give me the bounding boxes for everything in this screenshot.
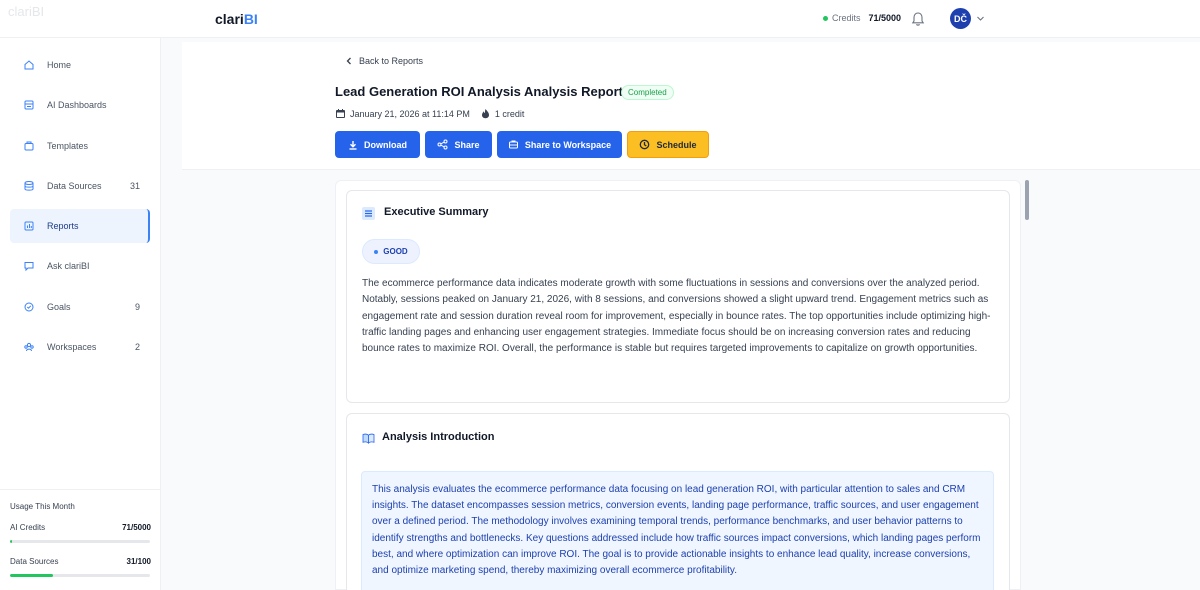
avatar[interactable]: DČ [950, 8, 971, 29]
credits-label: Credits [832, 13, 861, 23]
schedule-label: Schedule [656, 139, 697, 150]
workspace-icon [22, 340, 36, 354]
page-title: Lead Generation ROI Analysis Analysis Re… [335, 84, 624, 99]
template-icon [22, 139, 36, 153]
sidebar-item-label: Templates [47, 141, 89, 151]
download-label: Download [364, 139, 407, 150]
chevron-left-icon [346, 57, 351, 65]
sidebar-item-count: 31 [129, 181, 140, 191]
usage-ai-credits-label: AI Credits [10, 523, 46, 532]
sidebar-item-label: Goals [47, 302, 71, 312]
database-icon [22, 179, 36, 193]
logo-accent: BI [243, 11, 258, 27]
analysis-introduction-text: This analysis evaluates the ecommerce pe… [372, 484, 981, 577]
download-button[interactable]: Download [335, 131, 420, 158]
share-to-workspace-button[interactable]: Share to Workspace [497, 131, 622, 158]
usage-data-sources: Data Sources 31/100 [10, 557, 151, 566]
sidebar-item-goals[interactable]: Goals 9 [10, 290, 150, 324]
clock-icon [640, 139, 650, 150]
usage-data-sources-label: Data Sources [10, 557, 59, 566]
credit-flame-icon [480, 108, 491, 119]
sidebar-item-label: Reports [47, 221, 79, 231]
top-bar: clariBI clariBI Credits 71/5000 DČ [0, 0, 1200, 38]
executive-summary-text: The ecommerce performance data indicates… [362, 278, 991, 355]
sidebar: Home AI Dashboards Templates Data Source… [0, 38, 161, 590]
book-icon [362, 433, 375, 444]
app-logo[interactable]: clariBI [215, 11, 258, 27]
ghost-logo: clariBI [8, 4, 45, 19]
rating-label: GOOD [383, 247, 408, 256]
usage-ai-credits-value: 71/5000 [122, 523, 151, 532]
credits-indicator[interactable]: Credits 71/5000 [823, 13, 901, 23]
download-icon [349, 140, 357, 150]
usage-ai-credits: AI Credits 71/5000 [10, 523, 151, 532]
schedule-button[interactable]: Schedule [627, 131, 709, 158]
sidebar-item-count: 9 [134, 302, 140, 312]
analysis-introduction-title: Analysis Introduction [382, 431, 495, 443]
credits-status-dot [823, 15, 828, 21]
sidebar-item-label: Ask clariBI [47, 261, 90, 271]
sidebar-item-ask-claribi[interactable]: Ask clariBI [10, 249, 150, 283]
report-credits: 1 credit [494, 108, 525, 119]
status-badge: Completed [621, 85, 674, 100]
sidebar-item-ai-dashboards[interactable]: AI Dashboards [10, 88, 150, 122]
sidebar-item-label: Home [47, 60, 72, 70]
sidebar-item-data-sources[interactable]: Data Sources 31 [10, 169, 150, 203]
calendar-icon [335, 108, 346, 119]
sidebar-item-home[interactable]: Home [10, 48, 150, 82]
usage-data-sources-value: 31/100 [126, 557, 151, 566]
rating-dot [374, 249, 379, 254]
home-icon [22, 58, 36, 72]
sidebar-item-templates[interactable]: Templates [10, 129, 150, 163]
ai-credits-progress-fill [10, 540, 12, 543]
sidebar-item-count: 2 [134, 342, 140, 352]
share-icon [437, 139, 448, 150]
usage-panel: Usage This Month AI Credits 71/5000 Data… [0, 489, 161, 590]
report-date: January 21, 2026 at 11:14 PM [350, 108, 470, 119]
sidebar-item-reports[interactable]: Reports [10, 209, 150, 243]
credits-value: 71/5000 [868, 13, 902, 23]
sidebar-item-label: Workspaces [47, 342, 97, 352]
data-sources-progress [10, 574, 150, 577]
back-label: Back to Reports [359, 56, 424, 66]
rating-badge: GOOD [362, 239, 420, 264]
sidebar-item-label: Data Sources [47, 181, 102, 191]
bell-icon[interactable] [911, 11, 925, 27]
executive-summary-title: Executive Summary [384, 206, 489, 218]
workspace-icon [508, 140, 518, 149]
back-to-reports-link[interactable]: Back to Reports [346, 56, 423, 66]
sidebar-item-workspaces[interactable]: Workspaces 2 [10, 330, 150, 364]
report-meta: January 21, 2026 at 11:14 PM 1 credit [335, 108, 524, 119]
share-label: Share [454, 139, 480, 150]
logo-text: clari [215, 11, 244, 27]
usage-title: Usage This Month [10, 502, 75, 511]
list-icon [362, 207, 375, 220]
chat-icon [22, 259, 36, 273]
chart-icon [22, 219, 36, 233]
chevron-down-icon[interactable] [976, 14, 985, 23]
dashboard-icon [22, 98, 36, 112]
target-icon [22, 300, 36, 314]
ai-credits-progress [10, 540, 150, 543]
share-to-workspace-label: Share to Workspace [524, 139, 612, 150]
data-sources-progress-fill [10, 574, 54, 577]
content-scrollbar[interactable] [1025, 180, 1029, 220]
share-button[interactable]: Share [425, 131, 492, 158]
sidebar-item-label: AI Dashboards [47, 100, 107, 110]
